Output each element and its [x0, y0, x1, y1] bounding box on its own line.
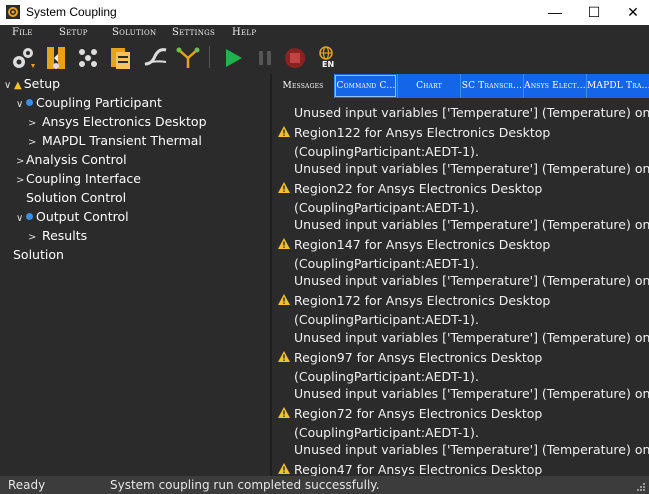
message-item: Unused input variables ['Temperature'] (…	[272, 160, 649, 216]
stop-icon[interactable]	[282, 44, 308, 72]
menu-settings[interactable]: Settings	[172, 27, 215, 38]
setup-tree: ∨ ▲ Setup ∨ Coupling Participant > Ansys El…	[0, 74, 270, 476]
expander-icon[interactable]: ∨	[4, 76, 14, 95]
app-icon	[6, 5, 20, 19]
tree-item-solution[interactable]: Solution	[3, 245, 64, 264]
tree-item-mapdl-transient-thermal[interactable]: > MAPDL Transient Thermal	[28, 131, 202, 150]
message-text: Unused input variables ['Temperature'] (…	[294, 442, 649, 457]
status-message: System coupling run completed successful…	[110, 478, 380, 492]
warning-icon	[278, 126, 290, 137]
message-text: (CouplingParticipant:AEDT-1).	[294, 200, 479, 215]
tab-mapdl-transient[interactable]: MAPDL Tra...	[586, 74, 649, 98]
message-text: Unused input variables ['Temperature'] (…	[294, 330, 649, 345]
expander-icon[interactable]: ∨	[16, 95, 26, 114]
message-text: Unused input variables ['Temperature'] (…	[294, 105, 649, 120]
message-text: Region47 for Ansys Electronics Desktop	[294, 462, 543, 476]
message-text: Region72 for Ansys Electronics Desktop	[294, 406, 543, 421]
messages-panel[interactable]: Unused input variables ['Temperature'] (…	[272, 98, 649, 476]
toolbar: EN	[0, 41, 649, 74]
tree-item-coupling-interface[interactable]: > Coupling Interface	[16, 169, 141, 188]
tree-item-ansys-electronics-desktop[interactable]: > Ansys Electronics Desktop	[28, 112, 207, 131]
tree-item-output-control[interactable]: ∨ Output Control	[16, 207, 129, 226]
message-text: (CouplingParticipant:AEDT-1).	[294, 144, 479, 159]
message-item: Unused input variables ['Temperature'] (…	[272, 441, 649, 476]
message-text: (CouplingParticipant:AEDT-1).	[294, 425, 479, 440]
message-text: (CouplingParticipant:AEDT-1).	[294, 256, 479, 271]
pause-icon[interactable]	[252, 44, 278, 72]
toolbar-separator	[209, 46, 210, 68]
tree-item-coupling-participant[interactable]: ∨ Coupling Participant	[16, 93, 162, 112]
warning-icon	[278, 294, 290, 305]
tab-chart[interactable]: Chart	[397, 74, 460, 98]
expander-icon[interactable]: ∨	[16, 209, 26, 228]
status-bar: Ready System coupling run completed succ…	[0, 476, 649, 494]
message-text: Unused input variables ['Temperature'] (…	[294, 386, 649, 401]
warning-icon	[278, 463, 290, 474]
message-text: Region22 for Ansys Electronics Desktop	[294, 181, 543, 196]
title-bar: System Coupling — ☐ ✕	[0, 0, 649, 25]
message-text: Unused input variables ['Temperature'] (…	[294, 161, 649, 176]
message-item: Unused input variables ['Temperature'] (…	[272, 272, 649, 328]
status-state: Ready	[8, 478, 46, 492]
message-text: Region147 for Ansys Electronics Desktop	[294, 237, 551, 252]
info-dot-icon	[26, 213, 33, 220]
tree-item-results[interactable]: > Results	[28, 226, 87, 245]
message-text: Region172 for Ansys Electronics Desktop	[294, 293, 551, 308]
tab-sc-transcript[interactable]: SC Transcr...	[460, 74, 523, 98]
play-icon[interactable]	[220, 44, 246, 72]
menu-file[interactable]: File	[12, 27, 33, 38]
message-text: (CouplingParticipant:AEDT-1).	[294, 369, 479, 384]
message-text: Region97 for Ansys Electronics Desktop	[294, 350, 543, 365]
window-title: System Coupling	[26, 5, 117, 19]
message-item: Unused input variables ['Temperature'] (…	[272, 385, 649, 441]
menu-bar: File Setup Solution Settings Help	[0, 25, 649, 41]
message-text: Unused input variables ['Temperature'] (…	[294, 273, 649, 288]
info-dot-icon	[26, 99, 33, 106]
mapping-icon[interactable]	[175, 44, 201, 72]
warning-icon: ▲	[14, 80, 22, 91]
tab-messages[interactable]: Messages	[272, 74, 334, 98]
message-text: Region122 for Ansys Electronics Desktop	[294, 125, 551, 140]
message-item: Unused input variables ['Temperature'] (…	[272, 329, 649, 385]
warning-icon	[278, 182, 290, 193]
gears-icon[interactable]	[10, 44, 36, 72]
tab-command-console[interactable]: Command C...	[334, 74, 397, 98]
interface-icon[interactable]	[76, 44, 102, 72]
message-item: Unused input variables ['Temperature'] (…	[272, 104, 649, 160]
tree-item-setup[interactable]: ∨ ▲ Setup	[4, 74, 60, 93]
participant-icon[interactable]	[43, 44, 69, 72]
warning-icon	[278, 351, 290, 362]
file-icon[interactable]	[108, 44, 134, 72]
message-item: Unused input variables ['Temperature'] (…	[272, 216, 649, 272]
message-text: Unused input variables ['Temperature'] (…	[294, 217, 649, 232]
language-label: EN	[322, 60, 335, 69]
tree-item-solution-control[interactable]: Solution Control	[16, 188, 126, 207]
warning-icon	[278, 238, 290, 249]
tree-item-analysis-control[interactable]: > Analysis Control	[16, 150, 127, 169]
message-text: (CouplingParticipant:AEDT-1).	[294, 312, 479, 327]
tab-ansys-electronics[interactable]: Ansys Elect...	[523, 74, 586, 98]
tab-bar: Messages Command C... Chart SC Transcr..…	[272, 74, 649, 98]
resize-grip-icon[interactable]	[636, 482, 646, 492]
close-button[interactable]: ✕	[610, 0, 649, 25]
menu-help[interactable]: Help	[232, 27, 256, 38]
menu-solution[interactable]: Solution	[112, 27, 156, 38]
curve-icon[interactable]	[142, 44, 168, 72]
warning-icon	[278, 407, 290, 418]
menu-setup[interactable]: Setup	[59, 27, 88, 38]
